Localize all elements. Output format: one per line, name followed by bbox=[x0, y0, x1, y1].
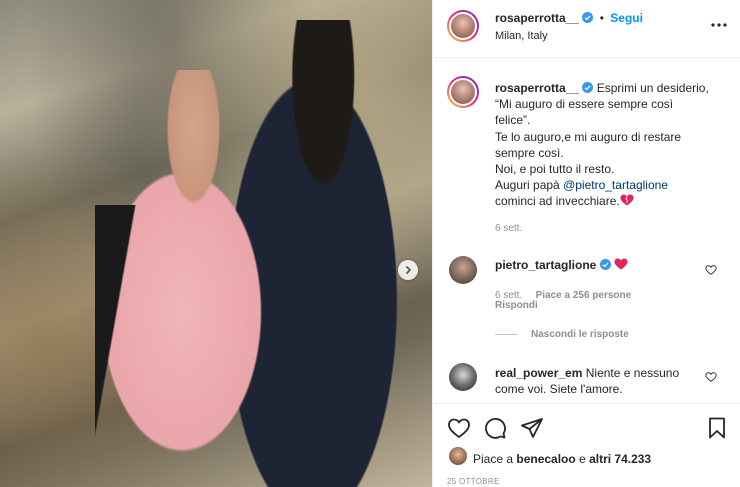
comments-section[interactable]: rosaperrotta__ Esprimi un desiderio, “Mi… bbox=[433, 59, 740, 403]
like-comment-heart-icon[interactable] bbox=[705, 371, 717, 383]
hide-replies-toggle[interactable]: Nascondi le risposte bbox=[495, 329, 629, 340]
like-comment-heart-icon[interactable] bbox=[705, 264, 717, 276]
likes-user-link[interactable]: benecaloo bbox=[516, 452, 575, 466]
save-bookmark-icon[interactable] bbox=[705, 416, 729, 440]
caption-line: felice”. bbox=[495, 113, 531, 128]
commenter-avatar[interactable] bbox=[449, 256, 477, 284]
comment-text: come voi. Siete l'amore. bbox=[495, 382, 623, 396]
comment-item: pietro_tartaglione bbox=[495, 258, 628, 272]
caption-line: Auguri papà bbox=[495, 178, 560, 193]
chevron-right-icon bbox=[405, 265, 412, 275]
broken-heart-emoji-icon bbox=[620, 194, 634, 206]
more-options-icon[interactable] bbox=[711, 22, 727, 28]
caption-line: Noi, e poi tutto il resto. bbox=[495, 162, 615, 177]
comment-text: Niente e nessuno bbox=[585, 366, 680, 380]
post-actions-bar: Piace a benecaloo e altri 74.233 25 OTTO… bbox=[433, 403, 740, 487]
header-separator: • bbox=[599, 11, 604, 25]
author-username[interactable]: rosaperrotta__ bbox=[495, 11, 579, 25]
caption-line: Esprimi un desiderio, bbox=[596, 81, 709, 95]
commenter-avatar[interactable] bbox=[449, 363, 477, 391]
liker-avatar[interactable] bbox=[449, 447, 467, 465]
post-photo[interactable] bbox=[0, 0, 432, 487]
caption-line: “Mi auguro di essere sempre così bbox=[495, 97, 674, 112]
post-header: rosaperrotta__ • Segui Milan, Italy bbox=[433, 0, 740, 58]
caption-line: cominci ad invecchiare. bbox=[495, 194, 620, 209]
comment-username[interactable]: real_power_em bbox=[495, 366, 582, 380]
comment-item: real_power_em Niente e nessuno come voi.… bbox=[495, 365, 705, 397]
comment-likes-count[interactable]: Piace a 256 persone bbox=[536, 290, 632, 301]
author-avatar[interactable] bbox=[447, 10, 479, 42]
photo-blazer bbox=[95, 205, 225, 487]
comment-bubble-icon[interactable] bbox=[483, 416, 507, 440]
likes-summary[interactable]: Piace a benecaloo e altri 74.233 bbox=[473, 452, 651, 466]
verified-badge-icon bbox=[582, 82, 594, 93]
follow-button[interactable]: Segui bbox=[610, 11, 643, 25]
post-date[interactable]: 25 OTTOBRE bbox=[447, 477, 500, 486]
caption-timestamp: 6 sett. bbox=[495, 223, 523, 234]
red-heart-emoji-icon bbox=[614, 258, 628, 270]
post-location[interactable]: Milan, Italy bbox=[495, 30, 548, 42]
post-caption: rosaperrotta__ Esprimi un desiderio, “Mi… bbox=[495, 80, 727, 210]
comment-username[interactable]: pietro_tartaglione bbox=[495, 258, 596, 272]
like-heart-icon[interactable] bbox=[447, 416, 471, 440]
reply-button[interactable]: Rispondi bbox=[495, 300, 538, 311]
verified-badge-icon bbox=[599, 259, 611, 270]
caption-avatar[interactable] bbox=[447, 76, 479, 108]
post-side-panel: rosaperrotta__ • Segui Milan, Italy rosa… bbox=[432, 0, 740, 487]
likes-others-link[interactable]: altri 74.233 bbox=[589, 452, 651, 466]
caption-line: sempre così. bbox=[495, 145, 564, 160]
carousel-next-button[interactable] bbox=[398, 260, 418, 280]
caption-username[interactable]: rosaperrotta__ bbox=[495, 81, 579, 95]
caption-mention-link[interactable]: @pietro_tartaglione bbox=[563, 178, 668, 192]
replies-divider-line bbox=[495, 334, 517, 335]
likes-prefix: Piace a bbox=[473, 452, 517, 466]
likes-middle: e bbox=[575, 452, 590, 466]
hide-replies-label: Nascondi le risposte bbox=[531, 329, 629, 340]
verified-badge-icon bbox=[582, 12, 594, 23]
caption-line: Te lo auguro,e mi auguro di restare bbox=[495, 129, 682, 144]
share-paper-plane-icon[interactable] bbox=[520, 416, 544, 440]
